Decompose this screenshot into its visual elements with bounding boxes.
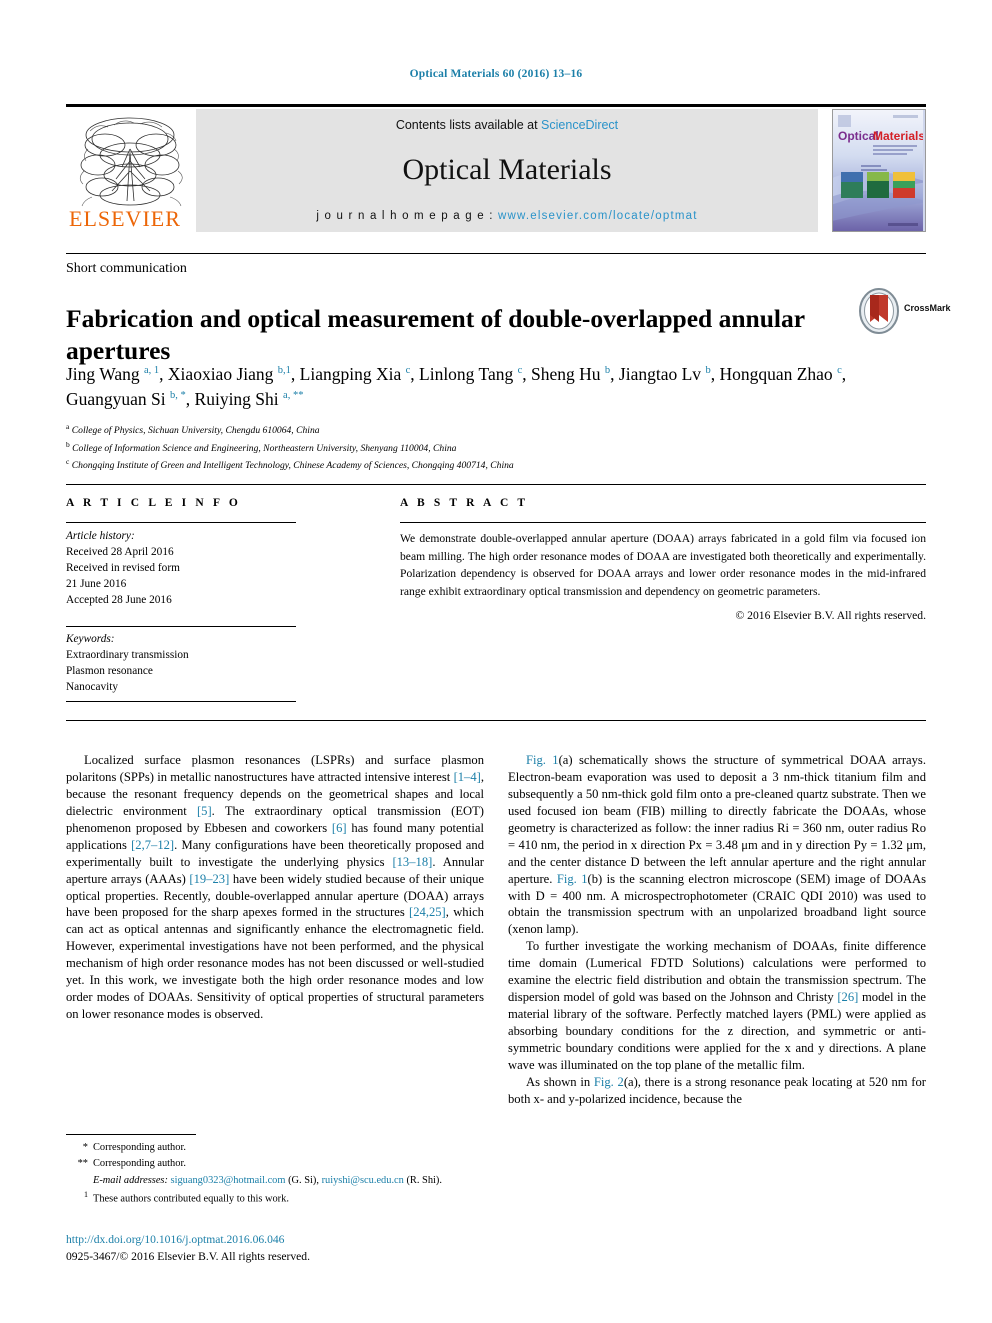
affiliation-item: b College of Information Science and Eng… — [66, 439, 457, 454]
footnote-text: Corresponding author. — [93, 1158, 186, 1170]
keyword-item: Nanocavity — [66, 681, 119, 694]
running-head: Optical Materials 60 (2016) 13–16 — [409, 68, 583, 80]
crossmark-icon — [859, 288, 899, 334]
journal-masthead: ELSEVIER Contents lists available at Sci… — [66, 104, 926, 232]
body-column-left: Localized surface plasmon resonances (LS… — [66, 752, 484, 1023]
affiliation-list: a College of Physics, Sichuan University… — [66, 421, 926, 474]
crossmark-badge[interactable]: CrossMark — [858, 288, 978, 334]
crossmark-label: CrossMark — [904, 303, 951, 313]
article-info-rule — [66, 522, 296, 523]
keyword-item: Plasmon resonance — [66, 665, 153, 678]
history-item: Received in revised form — [66, 562, 180, 575]
journal-homepage-link[interactable]: www.elsevier.com/locate/optmat — [498, 210, 698, 222]
masthead-top-rule — [66, 104, 926, 107]
elsevier-wordmark: ELSEVIER — [69, 206, 181, 231]
page-title: Fabrication and optical measurement of d… — [66, 304, 805, 365]
footnote-marker: * — [82, 1142, 88, 1153]
figure-ref[interactable]: Fig. 1 — [557, 872, 588, 886]
history-item: 21 June 2016 — [66, 578, 127, 591]
abstract-rule — [400, 522, 926, 523]
paragraph: To further investigate the working mecha… — [508, 939, 926, 1072]
corresponding-author-note-2: ** Corresponding author. — [66, 1156, 486, 1172]
journal-cover-thumbnail[interactable]: Optical Materials — [832, 109, 926, 232]
email-addresses-note: E-mail addresses: siguang0323@hotmail.co… — [66, 1173, 486, 1189]
citation-ref[interactable]: [26] — [837, 990, 858, 1004]
keyword-list: Keywords: Extraordinary transmission Pla… — [66, 631, 306, 695]
footnote-text: Corresponding author. — [93, 1142, 186, 1153]
paragraph: Localized surface plasmon resonances (LS… — [66, 753, 485, 1022]
article-history-label: Article history: — [66, 530, 135, 542]
email-owner-1: (G. Si), — [288, 1174, 319, 1186]
corresponding-author-note-1: * Corresponding author. — [66, 1140, 486, 1156]
article-info-heading: A R T I C L E I N F O — [66, 497, 241, 509]
journal-homepage-line: j o u r n a l h o m e p a g e : www.else… — [196, 210, 818, 222]
contents-prefix: Contents lists available at — [395, 118, 542, 132]
citation-ref[interactable]: [13–18] — [392, 855, 432, 869]
abstract-heading: A B S T R A C T — [400, 497, 529, 509]
document-type-label: Short communication — [66, 261, 187, 276]
contents-band: Contents lists available at ScienceDirec… — [196, 109, 818, 232]
homepage-label: j o u r n a l h o m e p a g e : — [316, 210, 498, 222]
keyword-item: Extraordinary transmission — [66, 649, 189, 662]
abstract-text: We demonstrate double-overlapped annular… — [400, 532, 926, 598]
footnote-text: These authors contributed equally to thi… — [93, 1193, 289, 1205]
article-history: Article history: Received 28 April 2016 … — [66, 528, 306, 608]
copyright-line: © 2016 Elsevier B.V. All rights reserved… — [735, 609, 926, 622]
doi-link[interactable]: http://dx.doi.org/10.1016/j.optmat.2016.… — [66, 1233, 284, 1246]
svg-text:Materials: Materials — [873, 129, 923, 143]
journal-article-page: Optical Materials 60 (2016) 13–16 ELSEVI… — [0, 0, 992, 1323]
journal-name: Optical Materials — [402, 153, 612, 186]
equal-contribution-note: 1 These authors contributed equally to th… — [66, 1189, 486, 1208]
paragraph: Fig. 1(a) schematically shows the struct… — [508, 753, 926, 937]
email-link-2[interactable]: ruiyshi@scu.edu.cn — [322, 1175, 404, 1186]
history-item: Received 28 April 2016 — [66, 546, 174, 559]
footnote-marker: ** — [77, 1158, 88, 1170]
issn-copyright-line: 0925-3467/© 2016 Elsevier B.V. All right… — [66, 1250, 310, 1263]
keywords-top-rule — [66, 626, 296, 627]
history-item: Accepted 28 June 2016 — [66, 594, 172, 607]
abstract-bottom-rule — [66, 720, 926, 721]
affiliation-item: a College of Physics, Sichuan University… — [66, 422, 320, 437]
info-section-top-rule — [66, 484, 926, 485]
footnote-rule — [66, 1134, 196, 1135]
email-link-1[interactable]: siguang0323@hotmail.com — [171, 1175, 286, 1186]
journal-cover-art: Optical Materials — [833, 110, 925, 231]
email-label: E-mail addresses: — [93, 1174, 168, 1186]
sciencedirect-link[interactable]: ScienceDirect — [541, 118, 618, 132]
figure-ref[interactable]: Fig. 1 — [526, 753, 559, 767]
paragraph: As shown in Fig. 2(a), there is a strong… — [508, 1074, 926, 1106]
citation-ref[interactable]: [19–23] — [189, 872, 229, 886]
title-top-rule — [66, 253, 926, 254]
keywords-label: Keywords: — [66, 633, 115, 645]
footnote-block: * Corresponding author. ** Corresponding a… — [66, 1140, 486, 1208]
elsevier-tree-logo-icon — [79, 117, 183, 207]
citation-ref[interactable]: [24,25] — [409, 905, 446, 919]
citation-ref[interactable]: [5] — [197, 804, 212, 818]
footnote-marker: 1 — [84, 1190, 88, 1200]
contents-available-line: Contents lists available at ScienceDirec… — [196, 118, 818, 132]
figure-ref[interactable]: Fig. 2 — [594, 1075, 624, 1089]
email-owner-2: (R. Shi). — [406, 1174, 442, 1186]
citation-ref[interactable]: [6] — [332, 821, 347, 835]
keywords-bottom-rule — [66, 701, 296, 702]
author-list: Jing Wang a, 1, Xiaoxiao Jiang b,1, Lian… — [66, 364, 847, 409]
affiliation-item: c Chongqing Institute of Green and Intel… — [66, 457, 514, 472]
citation-ref[interactable]: [1–4] — [454, 770, 481, 784]
citation-ref[interactable]: [2,7–12] — [131, 838, 174, 852]
body-column-right: Fig. 1(a) schematically shows the struct… — [508, 752, 926, 1108]
elsevier-logo: ELSEVIER — [66, 109, 196, 232]
